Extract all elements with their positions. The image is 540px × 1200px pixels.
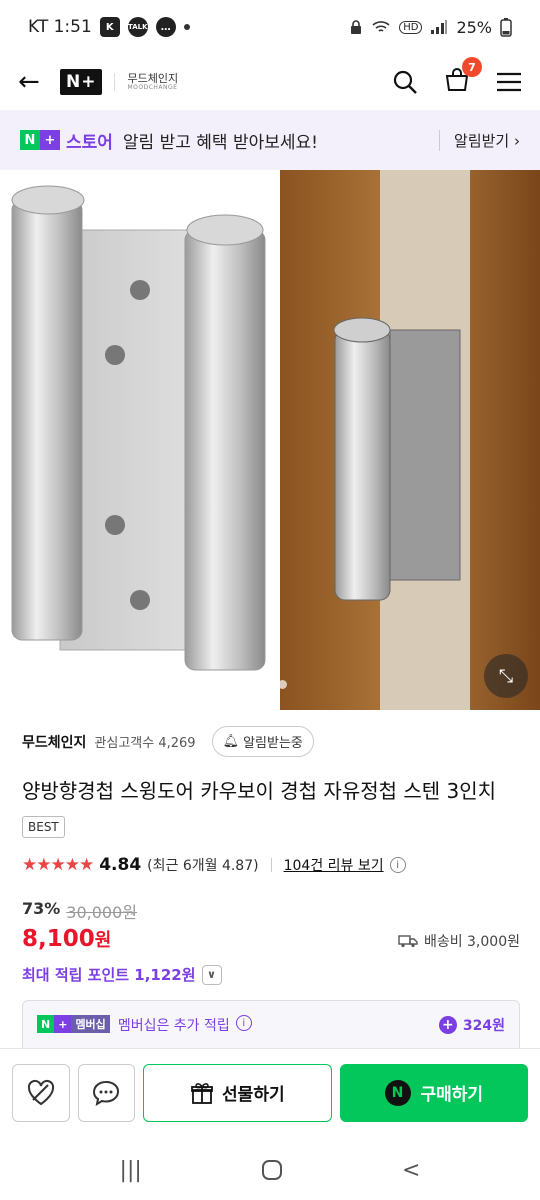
page-dot[interactable] (278, 680, 287, 689)
truck-icon (398, 935, 418, 948)
battery-percent: 25% (456, 17, 492, 37)
system-nav-bar: ||| < (0, 1140, 540, 1200)
app-header: ← N+ 무드체인지 MOODCHANGE 7 (0, 54, 540, 110)
notify-subscribe-link[interactable]: 알림받기 › (439, 129, 520, 151)
cart-count-badge: 7 (462, 57, 482, 77)
signal-icon (431, 20, 448, 34)
purchase-action-bar: 선물하기 N 구매하기 (0, 1048, 540, 1136)
hd-icon: HD (399, 20, 423, 34)
rating-score: 4.84 (99, 855, 142, 875)
lock-icon (351, 20, 362, 34)
store-label: 스토어 (66, 132, 113, 153)
cart-button[interactable]: 7 (444, 57, 482, 97)
menu-icon[interactable] (496, 71, 522, 93)
home-icon[interactable] (261, 1159, 283, 1181)
product-image (0, 170, 540, 710)
nplus-store-badge: N + (20, 130, 60, 150)
info-icon[interactable]: i (235, 1015, 252, 1031)
seller-fans-count: 관심고객수 4,269 (94, 736, 196, 751)
store-notify-banner[interactable]: N + 스토어 알림 받고 혜택 받아보세요! 알림받기 › (0, 110, 540, 170)
info-icon[interactable]: i (389, 857, 406, 873)
membership-points: + 324원 (438, 1015, 505, 1035)
seller-name[interactable]: 무드체인지 (22, 732, 86, 752)
original-price: 30,000원 (66, 903, 138, 922)
page-dot[interactable] (259, 680, 268, 689)
gift-icon (191, 1082, 213, 1104)
max-points-label: 최대 적립 포인트 1,122원 (22, 966, 196, 984)
buy-button[interactable]: N 구매하기 (339, 1063, 529, 1122)
gallery-page-indicator (240, 680, 287, 689)
bell-icon: 🔔︎ (222, 734, 240, 749)
battery-icon (500, 18, 512, 37)
gift-label: 선물하기 (222, 1085, 285, 1105)
recent-rating: (최근 6개월 4.87) (147, 858, 259, 874)
plus-circle-icon: + (438, 1016, 457, 1034)
max-points-row[interactable]: 최대 적립 포인트 1,122원 ∨ (22, 964, 222, 985)
rating-row: ★★★★★ 4.84 (최근 6개월 4.87) 104건 리뷰 보기 i (22, 855, 406, 875)
expand-icon[interactable]: ⤡ (484, 654, 528, 698)
recent-apps-icon[interactable]: ||| (120, 1158, 142, 1183)
seller-row: 무드체인지 관심고객수 4,269 🔔︎ 알림받는중 (22, 726, 314, 757)
gift-button[interactable]: 선물하기 (143, 1063, 332, 1122)
chat-icon (93, 1080, 120, 1106)
buy-label: 구매하기 (420, 1085, 484, 1105)
membership-badge: N + 멤버십 (37, 1015, 110, 1033)
page-dot[interactable] (240, 680, 249, 689)
sale-price: 8,100원 (22, 926, 112, 952)
discount-row: 73% 30,000원 (22, 899, 137, 923)
notify-label: 알림받는중 (243, 736, 303, 751)
divider (270, 858, 272, 872)
membership-text: 멤버십은 추가 적립 (117, 1018, 230, 1034)
status-bar: KT 1:51 K TALK … HD 25% (0, 0, 540, 54)
back-arrow-icon[interactable]: ← (18, 67, 48, 97)
chat-bubble-icon: … (155, 17, 176, 37)
chevron-down-icon[interactable]: ∨ (201, 964, 222, 985)
chat-button[interactable] (77, 1063, 136, 1122)
promo-message: 알림 받고 혜택 받아보세요! (122, 132, 318, 153)
k-app-icon: K (99, 17, 120, 37)
star-rating: ★★★★★ (22, 855, 94, 875)
carrier-time: KT 1:51 (28, 17, 92, 37)
best-badge: BEST (22, 815, 65, 838)
brand-logo[interactable]: 무드체인지 MOODCHANGE (114, 72, 178, 92)
wifi-icon (372, 21, 390, 32)
product-title: 양방향경첩 스윙도어 카우보이 경첩 자유정첩 스텐 3인치 BEST (22, 774, 522, 842)
heart-icon (27, 1079, 54, 1105)
wishlist-button[interactable] (12, 1063, 70, 1122)
back-icon[interactable]: < (402, 1158, 420, 1183)
notification-dot-icon (183, 24, 190, 30)
search-icon[interactable] (392, 69, 418, 95)
seller-notify-button[interactable]: 🔔︎ 알림받는중 (211, 726, 314, 757)
npay-icon: N (384, 1079, 411, 1106)
discount-percent: 73% (22, 899, 61, 918)
reviews-link[interactable]: 104건 리뷰 보기 (284, 855, 384, 875)
product-image-gallery[interactable]: ⤡ (0, 170, 540, 710)
shipping-fee: 배송비 3,000원 (398, 931, 520, 951)
nplus-logo[interactable]: N+ (60, 69, 103, 95)
talk-icon: TALK (127, 17, 148, 37)
